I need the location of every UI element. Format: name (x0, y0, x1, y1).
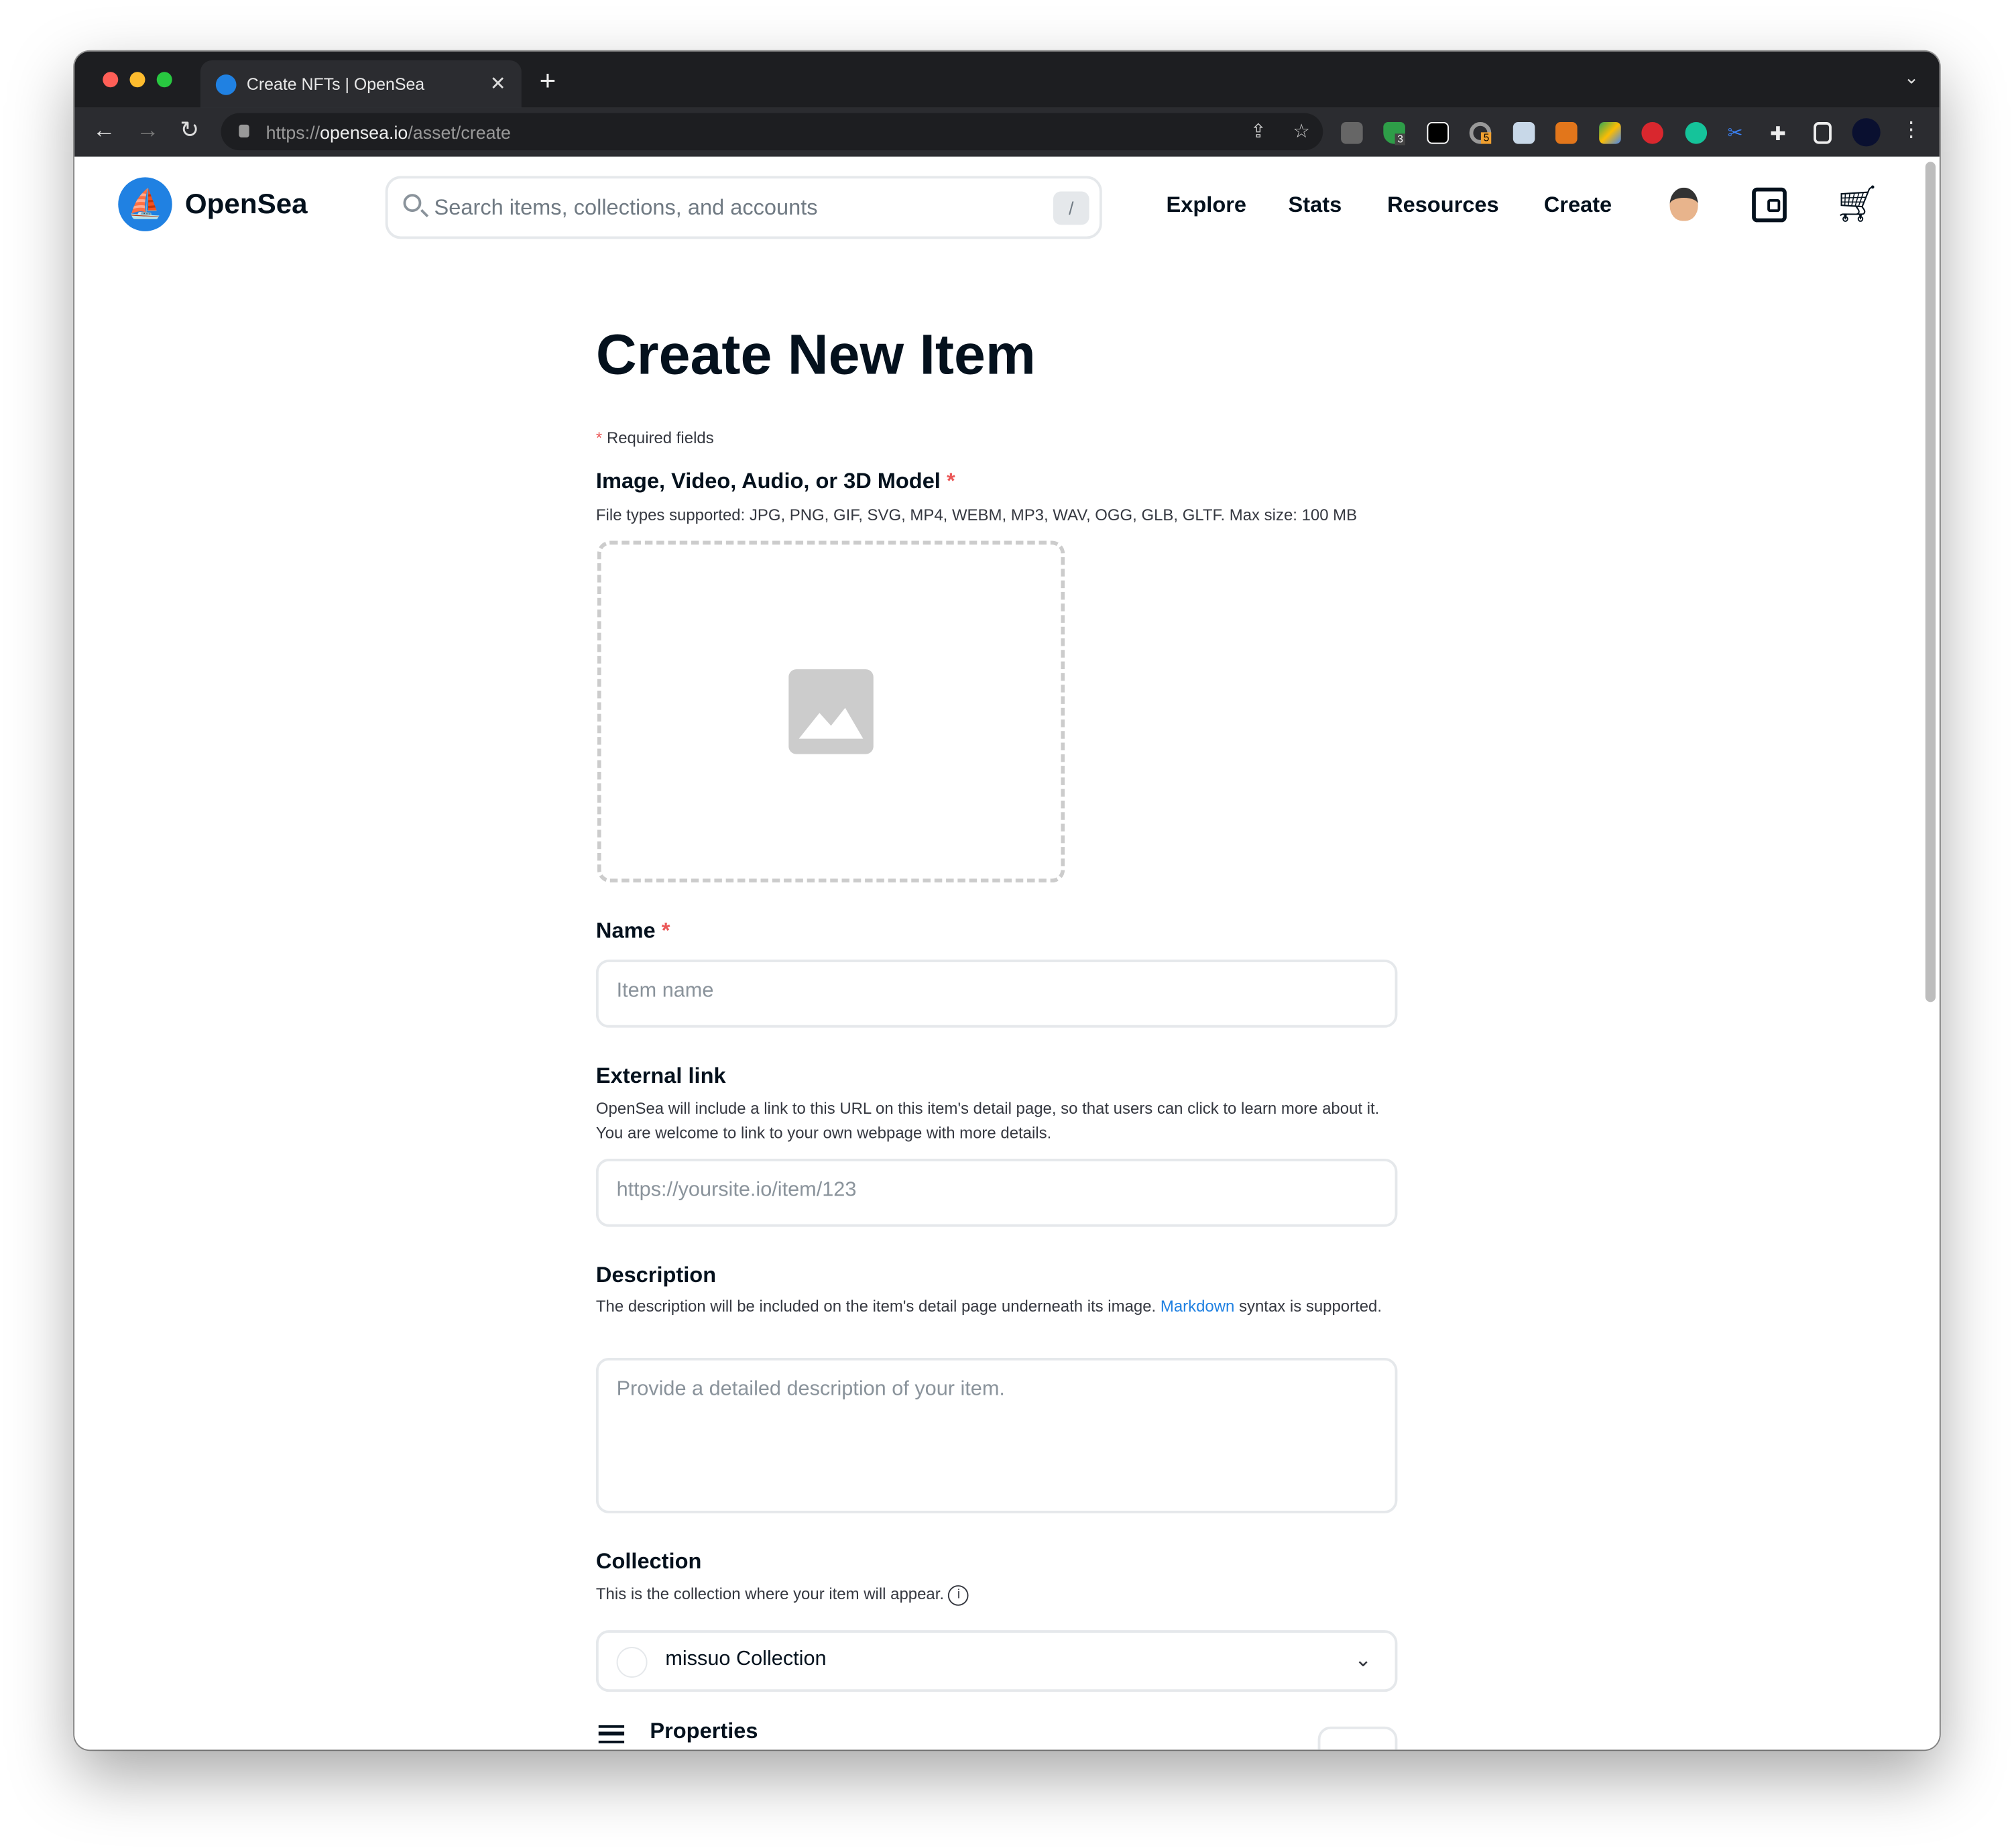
lock-icon (239, 124, 249, 137)
tab-title: Create NFTs | OpenSea (246, 74, 425, 94)
name-input[interactable]: Item name (595, 960, 1398, 1028)
tab-close-icon[interactable]: ✕ (490, 72, 506, 95)
minimize-window-button[interactable] (129, 72, 145, 88)
search-input[interactable]: Search items, collections, and accounts … (385, 176, 1102, 239)
link-extension-icon[interactable]: ✂ (1728, 122, 1750, 144)
bookmark-star-icon[interactable]: ☆ (1293, 119, 1310, 143)
collection-value: missuo Collection (665, 1648, 827, 1670)
media-upload-dropzone[interactable] (597, 540, 1065, 883)
grammarly-icon[interactable] (1685, 122, 1708, 144)
cart-icon[interactable]: 🛒︎ (1834, 182, 1880, 225)
nav-resources[interactable]: Resources (1387, 192, 1499, 218)
nav-explore[interactable]: Explore (1167, 192, 1246, 218)
close-window-button[interactable] (103, 72, 119, 88)
new-tab-button[interactable]: + (540, 64, 556, 98)
collection-hint: This is the collection where your item w… (596, 1582, 1397, 1607)
search-shortcut-badge: / (1053, 191, 1089, 225)
nav-stats[interactable]: Stats (1289, 192, 1342, 218)
tab-bar: Create NFTs | OpenSea ✕ + ⌄ (74, 51, 1940, 108)
sidebar-toggle-icon[interactable] (1814, 122, 1832, 144)
google-drive-icon[interactable] (1599, 122, 1621, 144)
browser-toolbar: ← → ↻ https://opensea.io/asset/create ⇪ … (74, 107, 1940, 157)
search-placeholder: Search items, collections, and accounts (434, 195, 818, 220)
url-text: https://opensea.io/asset/create (265, 122, 511, 143)
extensions-puzzle-icon[interactable]: ✚ (1770, 122, 1792, 146)
external-link-hint: OpenSea will include a link to this URL … (595, 1099, 1380, 1143)
page-content: ⛵ OpenSea Search items, collections, and… (74, 156, 1940, 1750)
browser-window: Create NFTs | OpenSea ✕ + ⌄ ← → ↻ https:… (74, 51, 1940, 1750)
opensea-logo-icon[interactable]: ⛵ (118, 177, 172, 231)
extension-icon[interactable] (1427, 122, 1449, 144)
nav-create[interactable]: Create (1544, 192, 1612, 218)
address-bar[interactable]: https://opensea.io/asset/create ⇪ ☆ (221, 113, 1323, 151)
collection-label: Collection (595, 1549, 702, 1574)
info-icon[interactable]: i (948, 1584, 969, 1606)
reload-button[interactable]: ↻ (180, 117, 199, 143)
required-note: * Required fields (595, 428, 714, 447)
extension-icon[interactable]: 5 (1469, 122, 1492, 144)
media-label: Image, Video, Audio, or 3D Model * (595, 469, 955, 494)
external-link-label: External link (595, 1063, 726, 1088)
search-icon (403, 194, 422, 213)
page-title: Create New Item (595, 323, 1036, 387)
image-download-extension-icon[interactable] (1513, 122, 1535, 144)
opensea-favicon-icon (215, 74, 237, 95)
add-properties-button[interactable] (1317, 1726, 1398, 1750)
markdown-link[interactable]: Markdown (1161, 1297, 1234, 1316)
description-label: Description (595, 1263, 717, 1287)
tab-search-chevron-icon[interactable]: ⌄ (1904, 67, 1919, 89)
description-textarea[interactable]: Provide a detailed description of your i… (595, 1358, 1398, 1513)
name-label: Name * (595, 918, 670, 943)
browser-menu-icon[interactable]: ⋮ (1901, 117, 1921, 142)
tab-active[interactable]: Create NFTs | OpenSea ✕ (200, 60, 522, 108)
shield-extension-icon[interactable]: 3 (1383, 122, 1406, 146)
collection-select[interactable]: missuo Collection ⌄ (595, 1630, 1398, 1692)
list-icon (598, 1725, 625, 1743)
wallet-icon[interactable] (1752, 187, 1787, 223)
brand-name[interactable]: OpenSea (185, 188, 308, 221)
external-link-input[interactable]: https://yoursite.io/item/123 (595, 1159, 1398, 1227)
metamask-fox-icon[interactable] (1555, 122, 1578, 144)
user-avatar[interactable] (1669, 187, 1698, 221)
media-hint: File types supported: JPG, PNG, GIF, SVG… (595, 506, 1358, 524)
share-icon[interactable]: ⇪ (1250, 119, 1266, 143)
forward-button[interactable]: → (136, 117, 159, 143)
extension-icon[interactable] (1341, 122, 1363, 144)
mega-icon[interactable] (1641, 122, 1663, 144)
profile-avatar[interactable] (1852, 118, 1881, 147)
collection-avatar (616, 1647, 648, 1678)
maximize-window-button[interactable] (156, 72, 172, 88)
image-placeholder-icon (788, 669, 874, 754)
chevron-down-icon: ⌄ (1354, 1649, 1372, 1672)
back-button[interactable]: ← (93, 117, 115, 143)
scrollbar[interactable] (1925, 162, 1936, 1002)
description-hint: The description will be included on the … (595, 1297, 1382, 1316)
properties-label: Properties (650, 1719, 758, 1743)
